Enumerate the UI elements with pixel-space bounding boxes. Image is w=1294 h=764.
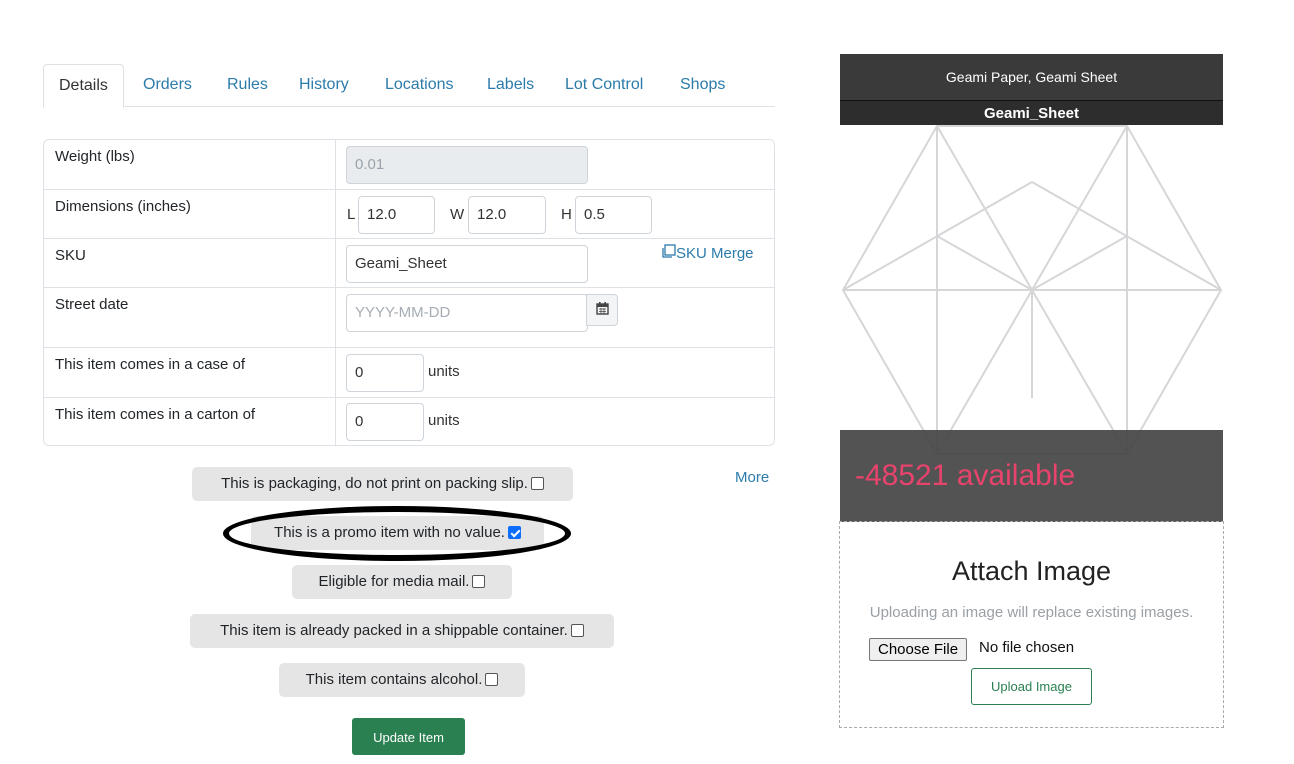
tab-orders[interactable]: Orders xyxy=(143,64,192,107)
choose-file-button[interactable]: Choose File xyxy=(869,638,968,661)
no-file-chosen-label: No file chosen xyxy=(979,639,1075,656)
alcohol-option[interactable]: This item contains alcohol. xyxy=(279,663,525,697)
dimensions-row: Dimensions (inches) L 12.0 W 12.0 H 0.5 xyxy=(44,189,774,238)
carton-quantity-input[interactable]: 0 xyxy=(346,403,424,441)
packaging-option-label: This is packaging, do not print on packi… xyxy=(221,475,528,492)
dimensions-label: Dimensions (inches) xyxy=(55,198,191,215)
promo-option-label: This is a promo item with no value. xyxy=(274,524,505,541)
alcohol-checkbox[interactable] xyxy=(485,673,499,686)
height-label: H xyxy=(561,206,572,223)
packaging-checkbox[interactable] xyxy=(530,477,544,490)
street-date-label: Street date xyxy=(55,296,129,313)
case-row: This item comes in a case of 0 units xyxy=(44,347,774,397)
case-units-label: units xyxy=(428,363,460,380)
sku-merge-label: SKU Merge xyxy=(676,245,754,262)
weight-input: 0.01 xyxy=(346,146,588,184)
weight-label: Weight (lbs) xyxy=(55,148,135,165)
case-quantity-input[interactable]: 0 xyxy=(346,354,424,392)
product-title: Geami Paper, Geami Sheet xyxy=(840,54,1223,100)
update-item-button[interactable]: Update Item xyxy=(352,718,465,755)
attach-image-note: Uploading an image will replace existing… xyxy=(869,604,1194,621)
height-input[interactable]: 0.5 xyxy=(575,196,652,234)
shippable-container-option-label: This item is already packed in a shippab… xyxy=(220,622,568,639)
case-label: This item comes in a case of xyxy=(55,356,246,373)
copy-icon xyxy=(661,244,676,258)
sku-input[interactable]: Geami_Sheet xyxy=(346,245,588,283)
tab-shops[interactable]: Shops xyxy=(680,64,725,107)
packaging-option[interactable]: This is packaging, do not print on packi… xyxy=(192,467,573,501)
width-input[interactable]: 12.0 xyxy=(468,196,546,234)
carton-label: This item comes in a carton of xyxy=(55,406,256,423)
tab-rules[interactable]: Rules xyxy=(227,64,268,107)
media-mail-checkbox[interactable] xyxy=(472,575,486,588)
length-label: L xyxy=(347,206,356,223)
tab-lot-control[interactable]: Lot Control xyxy=(565,64,643,107)
alcohol-option-label: This item contains alcohol. xyxy=(305,671,483,688)
calendar-icon xyxy=(595,302,609,318)
media-mail-option[interactable]: Eligible for media mail. xyxy=(292,565,512,599)
tab-labels[interactable]: Labels xyxy=(487,64,534,107)
attach-image-panel: Attach Image Uploading an image will rep… xyxy=(839,521,1224,728)
item-details-table: Weight (lbs) 0.01 Dimensions (inches) L … xyxy=(43,139,775,446)
cube-placeholder-icon xyxy=(840,122,1223,467)
attach-image-title: Attach Image xyxy=(951,556,1112,586)
carton-units-label: units xyxy=(428,412,460,429)
tab-history[interactable]: History xyxy=(299,64,349,107)
sku-label: SKU xyxy=(55,247,86,264)
calendar-button[interactable] xyxy=(586,294,618,326)
tab-details[interactable]: Details xyxy=(43,64,124,108)
available-quantity: -48521 available xyxy=(840,430,1223,522)
upload-image-button[interactable]: Upload Image xyxy=(971,668,1092,705)
street-date-input[interactable]: YYYY-MM-DD xyxy=(346,294,588,332)
promo-checkbox[interactable] xyxy=(507,526,521,539)
sku-row: SKU Geami_Sheet SKU Merge xyxy=(44,238,774,287)
tab-locations[interactable]: Locations xyxy=(385,64,454,107)
more-link[interactable]: More xyxy=(735,469,769,486)
shippable-container-checkbox[interactable] xyxy=(570,624,584,637)
shippable-container-option[interactable]: This item is already packed in a shippab… xyxy=(190,614,614,648)
sku-merge-link[interactable]: SKU Merge xyxy=(661,244,754,262)
street-date-row: Street date YYYY-MM-DD xyxy=(44,287,774,347)
length-input[interactable]: 12.0 xyxy=(358,196,435,234)
width-label: W xyxy=(450,206,465,223)
media-mail-option-label: Eligible for media mail. xyxy=(318,573,470,590)
carton-row: This item comes in a carton of 0 units xyxy=(44,397,774,445)
item-tabs: Details Orders Rules History Locations L… xyxy=(43,64,775,108)
weight-row: Weight (lbs) 0.01 xyxy=(44,140,774,189)
promo-option[interactable]: This is a promo item with no value. xyxy=(251,516,544,550)
